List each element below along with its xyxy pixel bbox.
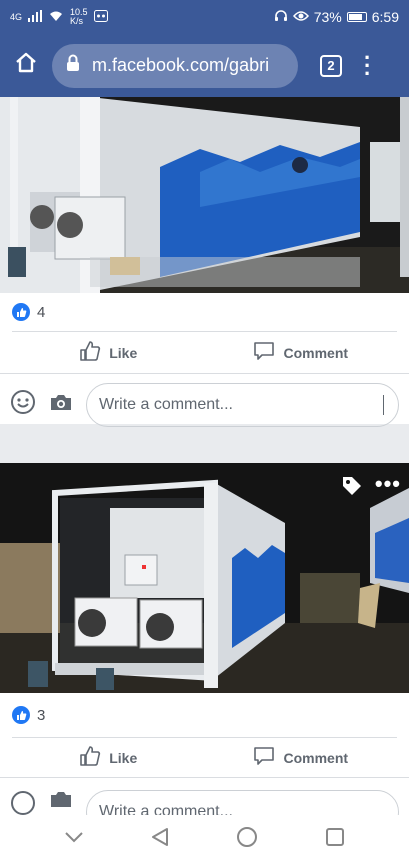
home-circle-icon[interactable] [236,826,258,853]
tag-icon[interactable] [341,475,363,502]
camera-icon[interactable] [50,790,72,813]
recents-icon[interactable] [325,827,345,852]
back-icon[interactable] [151,827,169,852]
wifi-icon [48,10,64,25]
thumbs-up-icon [79,340,101,365]
comment-input[interactable]: Write a comment... [86,790,399,817]
battery-percent: 73% [313,9,342,25]
like-reaction-icon [12,303,30,321]
like-label: Like [109,749,138,766]
post-2: ••• 3 Like Comment Write a comment... [0,463,409,863]
like-reaction-icon [12,706,30,724]
text-caret [383,394,384,415]
like-label: Like [109,344,138,361]
like-count: 4 [37,303,46,321]
comment-composer: Write a comment... [0,373,409,435]
comment-input[interactable]: Write a comment... [86,382,399,427]
lock-icon [66,54,80,77]
speed-unit: K/s [70,16,84,26]
clock: 6:59 [371,9,399,25]
comment-label: Comment [283,749,349,766]
comment-button[interactable]: Comment [205,340,398,365]
post-photo[interactable]: ••• [0,463,409,693]
emoji-icon[interactable] [10,790,36,817]
url-field[interactable]: m.facebook.com/gabri [52,43,298,88]
comment-button[interactable]: Comment [205,745,398,770]
chevron-down-icon[interactable] [64,830,84,848]
browser-toolbar: m.facebook.com/gabri 2 · · · [0,34,409,97]
reaction-summary[interactable]: 4 [0,293,409,331]
more-horizontal-icon[interactable]: ••• [375,471,401,497]
more-vertical-icon[interactable]: · · · [364,46,371,84]
thumbs-up-icon [79,745,101,770]
status-bar: 4G 10.5 K/s 73% 6:59 [0,0,409,34]
network-speed: 10.5 K/s [70,8,88,26]
post-actions: Like Comment [12,737,397,777]
camera-icon[interactable] [50,393,72,416]
post-actions: Like Comment [12,331,397,373]
like-button[interactable]: Like [12,340,205,365]
comment-placeholder: Write a comment... [99,395,233,413]
comment-label: Comment [283,344,349,361]
post-1: 4 Like Comment Write a comment... [0,97,409,427]
headset-icon [274,9,288,25]
post-photo[interactable] [0,97,409,293]
home-icon[interactable] [14,51,38,80]
like-button[interactable]: Like [12,745,205,770]
reaction-summary[interactable]: 3 [0,693,409,737]
container-photo-image [0,97,409,293]
like-count: 3 [37,706,46,724]
signal-icon [28,9,43,25]
eye-icon [292,9,309,25]
battery-icon [346,12,367,22]
comment-bubble-icon [253,745,275,770]
emoji-icon[interactable] [10,389,36,420]
tab-switcher-button[interactable]: 2 [320,54,342,77]
network-type: 4G [10,11,23,22]
comment-bubble-icon [253,340,275,365]
status-right: 73% 6:59 [274,9,399,25]
comment-composer: Write a comment... [0,777,409,817]
system-nav-bar [0,815,409,863]
notification-icon [93,9,108,25]
url-text: m.facebook.com/gabri [92,55,270,75]
battery-fill [348,14,362,20]
status-left: 4G 10.5 K/s [10,8,108,26]
